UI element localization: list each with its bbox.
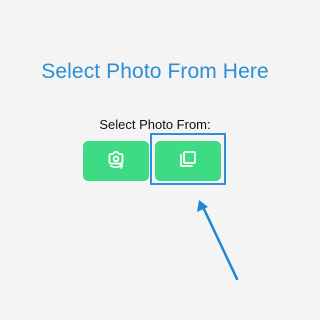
gallery-button[interactable]	[155, 141, 221, 181]
copy-gallery-icon	[178, 149, 198, 174]
camera-switch-icon	[106, 148, 126, 175]
camera-button[interactable]	[83, 141, 149, 181]
page-title: Select Photo From Here	[41, 60, 269, 83]
subtitle-label: Select Photo From:	[99, 117, 211, 132]
